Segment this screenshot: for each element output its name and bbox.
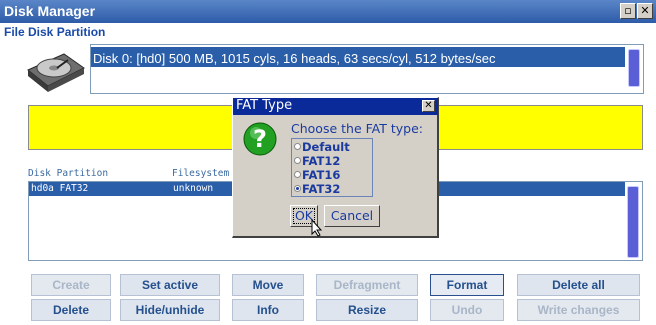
fat-type-radio-group: Default FAT12 FAT16 FAT32 [291, 138, 373, 197]
title-bar: Disk Manager ▫ ✕ [0, 0, 656, 23]
disk-list[interactable]: Disk 0: [hd0] 500 MB, 1015 cyls, 16 head… [90, 44, 644, 94]
window-title: Disk Manager [4, 3, 96, 19]
restore-button[interactable]: ▫ [620, 3, 636, 19]
partition-name: hd0a FAT32 [31, 183, 89, 194]
radio-label: FAT12 [302, 154, 341, 168]
hard-disk-icon [27, 53, 85, 92]
format-button[interactable]: Format [430, 274, 504, 296]
radio-label: Default [302, 140, 350, 154]
radio-button[interactable] [294, 171, 301, 178]
resize-button[interactable]: Resize [316, 299, 418, 321]
hide-unhide-button[interactable]: Hide/unhide [120, 299, 220, 321]
undo-button[interactable]: Undo [430, 299, 504, 321]
close-button[interactable]: ✕ [637, 3, 653, 19]
defragment-button[interactable]: Defragment [316, 274, 418, 296]
radio-button[interactable] [294, 143, 301, 150]
radio-button-checked[interactable] [294, 185, 301, 192]
mouse-pointer-icon [311, 219, 323, 237]
column-header-partition: Disk Partition [28, 168, 109, 179]
dialog-title-bar[interactable]: FAT Type ✕ [233, 98, 438, 115]
fat-type-dialog: FAT Type ✕ ? Choose the FAT type: Defaul… [232, 97, 439, 238]
set-active-button[interactable]: Set active [120, 274, 220, 296]
move-button[interactable]: Move [232, 274, 304, 296]
dialog-close-button[interactable]: ✕ [422, 100, 435, 112]
write-changes-button[interactable]: Write changes [517, 299, 640, 321]
disk-row-selected[interactable]: Disk 0: [hd0] 500 MB, 1015 cyls, 16 head… [91, 47, 625, 67]
partition-list-scrollbar[interactable] [627, 186, 639, 258]
delete-button[interactable]: Delete [31, 299, 111, 321]
disk-info-text: Disk 0: [hd0] 500 MB, 1015 cyls, 16 head… [93, 51, 496, 66]
disk-list-scrollbar[interactable] [628, 49, 640, 87]
radio-label: FAT16 [302, 168, 341, 182]
column-header-filesystem: Filesystem [172, 168, 230, 179]
menu-bar-label[interactable]: File Disk Partition [4, 25, 105, 39]
radio-label: FAT32 [302, 182, 341, 196]
info-button[interactable]: Info [232, 299, 304, 321]
delete-all-button[interactable]: Delete all [517, 274, 640, 296]
dialog-prompt: Choose the FAT type: [291, 121, 423, 136]
dialog-title: FAT Type [236, 98, 293, 113]
question-icon: ? [243, 122, 277, 156]
radio-button[interactable] [294, 157, 301, 164]
svg-text:?: ? [253, 125, 267, 153]
partition-filesystem: unknown [173, 183, 214, 194]
cancel-button[interactable]: Cancel [324, 205, 380, 227]
disk-manager-window: Disk Manager ▫ ✕ File Disk Partition Dis… [0, 0, 656, 325]
create-button[interactable]: Create [31, 274, 111, 296]
